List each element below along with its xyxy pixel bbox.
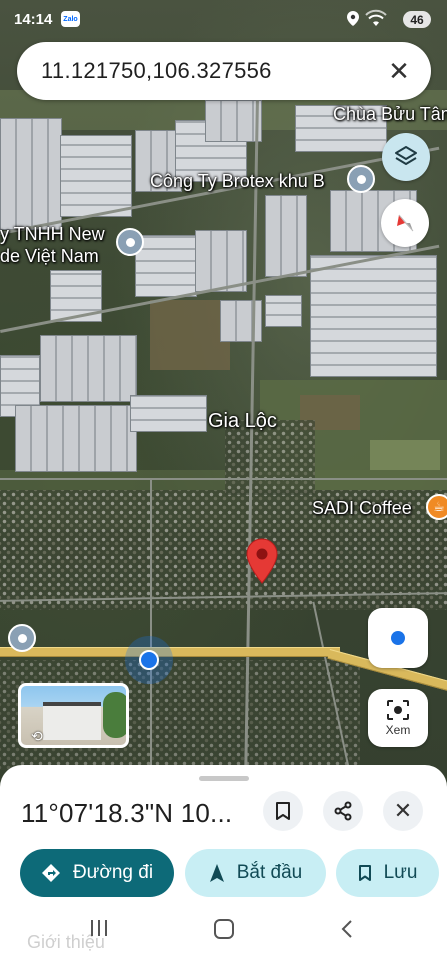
start-button[interactable]: Bắt đầu xyxy=(185,849,326,897)
satellite-map[interactable]: Chùa Bửu Tâm Công Ty Brotex khu B y TNHH… xyxy=(0,0,447,790)
compass-icon xyxy=(397,214,414,232)
map-building xyxy=(15,405,137,472)
map-building xyxy=(135,235,197,297)
map-building xyxy=(220,300,262,342)
my-location-button[interactable] xyxy=(368,608,428,668)
bookmark-button[interactable] xyxy=(263,791,303,831)
my-location-icon xyxy=(391,631,405,645)
lens-icon xyxy=(387,700,409,720)
map-building xyxy=(265,195,307,277)
zalo-notification-icon: Zalo xyxy=(61,11,80,27)
compass-button[interactable] xyxy=(381,199,429,247)
view-button-label: Xem xyxy=(385,723,411,737)
directions-label: Đường đi xyxy=(72,862,154,883)
map-label-tnhh-line2[interactable]: de Việt Nam xyxy=(0,246,99,267)
bookmark-icon xyxy=(358,864,372,882)
map-road xyxy=(0,478,447,480)
sheet-drag-handle[interactable] xyxy=(199,776,249,781)
map-label-gia-loc: Gia Lộc xyxy=(208,410,277,432)
bookmark-icon xyxy=(276,802,290,820)
street-view-house xyxy=(43,702,101,740)
back-icon[interactable] xyxy=(340,919,354,944)
location-status-icon xyxy=(347,11,359,29)
current-location-dot xyxy=(139,650,159,670)
recent-apps-icon[interactable] xyxy=(89,919,109,942)
map-building xyxy=(130,395,207,432)
street-view-tree xyxy=(103,692,126,738)
street-view-thumbnail[interactable]: ⟲ xyxy=(18,683,129,748)
map-terrain xyxy=(150,300,230,370)
place-pin-icon[interactable] xyxy=(347,165,375,193)
map-building xyxy=(40,335,137,402)
dropped-pin-icon[interactable] xyxy=(246,538,278,584)
directions-button[interactable]: Đường đi xyxy=(20,849,174,897)
directions-icon xyxy=(41,863,61,883)
close-sheet-button[interactable]: ✕ xyxy=(383,791,423,831)
view-button[interactable]: Xem xyxy=(368,689,428,747)
start-label: Bắt đầu xyxy=(236,862,303,883)
share-button[interactable] xyxy=(323,791,363,831)
navigation-arrow-icon xyxy=(209,863,225,883)
search-bar[interactable]: 11.121750,106.327556 ✕ xyxy=(17,42,431,100)
map-building xyxy=(205,100,262,142)
layers-button[interactable] xyxy=(382,133,430,181)
map-label-tnhh-line1[interactable]: y TNHH New xyxy=(0,224,105,245)
map-label-brotex[interactable]: Công Ty Brotex khu B xyxy=(150,171,325,192)
system-nav-bar xyxy=(0,905,447,960)
map-label-chua-buu-tam[interactable]: Chùa Bửu Tâm xyxy=(333,104,447,125)
highway-road xyxy=(0,647,340,657)
search-query-text[interactable]: 11.121750,106.327556 xyxy=(41,58,272,84)
place-pin-icon[interactable] xyxy=(116,228,144,256)
layers-icon xyxy=(395,146,417,165)
home-icon[interactable] xyxy=(213,919,235,944)
map-building xyxy=(310,255,437,377)
save-label: Lưu xyxy=(383,862,418,883)
close-icon: ✕ xyxy=(393,798,413,823)
map-label-sadi-coffee[interactable]: SADI Coffee xyxy=(312,498,412,519)
map-road xyxy=(150,480,152,780)
map-building xyxy=(60,135,132,217)
close-icon[interactable]: ✕ xyxy=(385,57,413,85)
place-pin-icon[interactable] xyxy=(8,624,36,652)
place-title: 11°07'18.3"N 10... xyxy=(21,798,233,828)
map-building xyxy=(0,118,62,230)
battery-level: 46 xyxy=(403,11,431,28)
coffee-icon[interactable]: ☕ xyxy=(426,494,447,520)
street-view-360-icon: ⟲ xyxy=(31,728,43,744)
status-bar: 14:14 Zalo 46 xyxy=(0,0,447,40)
map-terrain xyxy=(370,440,440,470)
status-time: 14:14 xyxy=(14,11,53,28)
save-button[interactable]: Lưu xyxy=(336,849,439,897)
share-icon xyxy=(334,801,352,821)
map-building xyxy=(265,295,302,327)
wifi-icon xyxy=(365,9,387,31)
